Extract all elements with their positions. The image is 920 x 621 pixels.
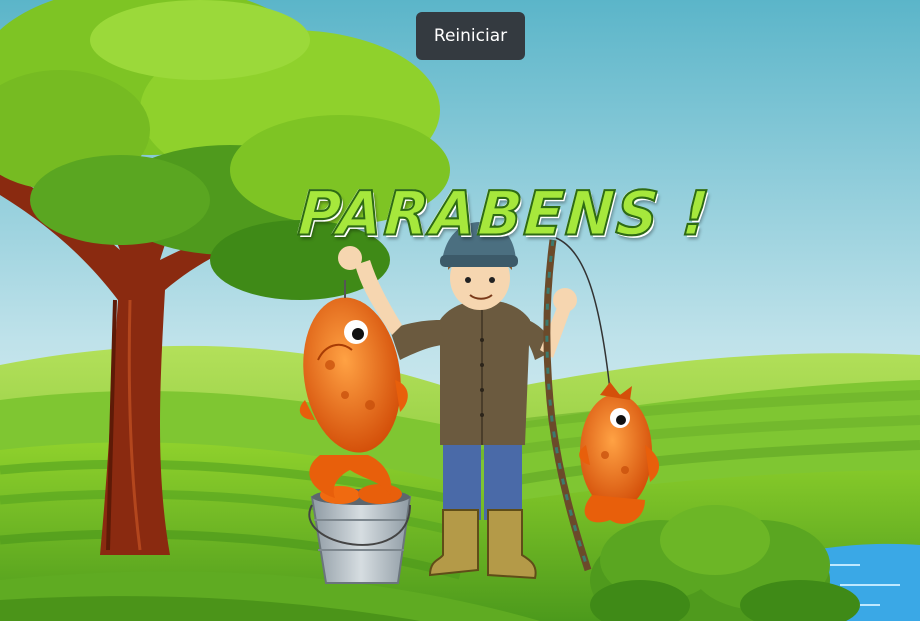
bucket-icon	[308, 484, 412, 584]
restart-button[interactable]: Reiniciar	[416, 12, 525, 60]
game-scene	[0, 0, 920, 621]
